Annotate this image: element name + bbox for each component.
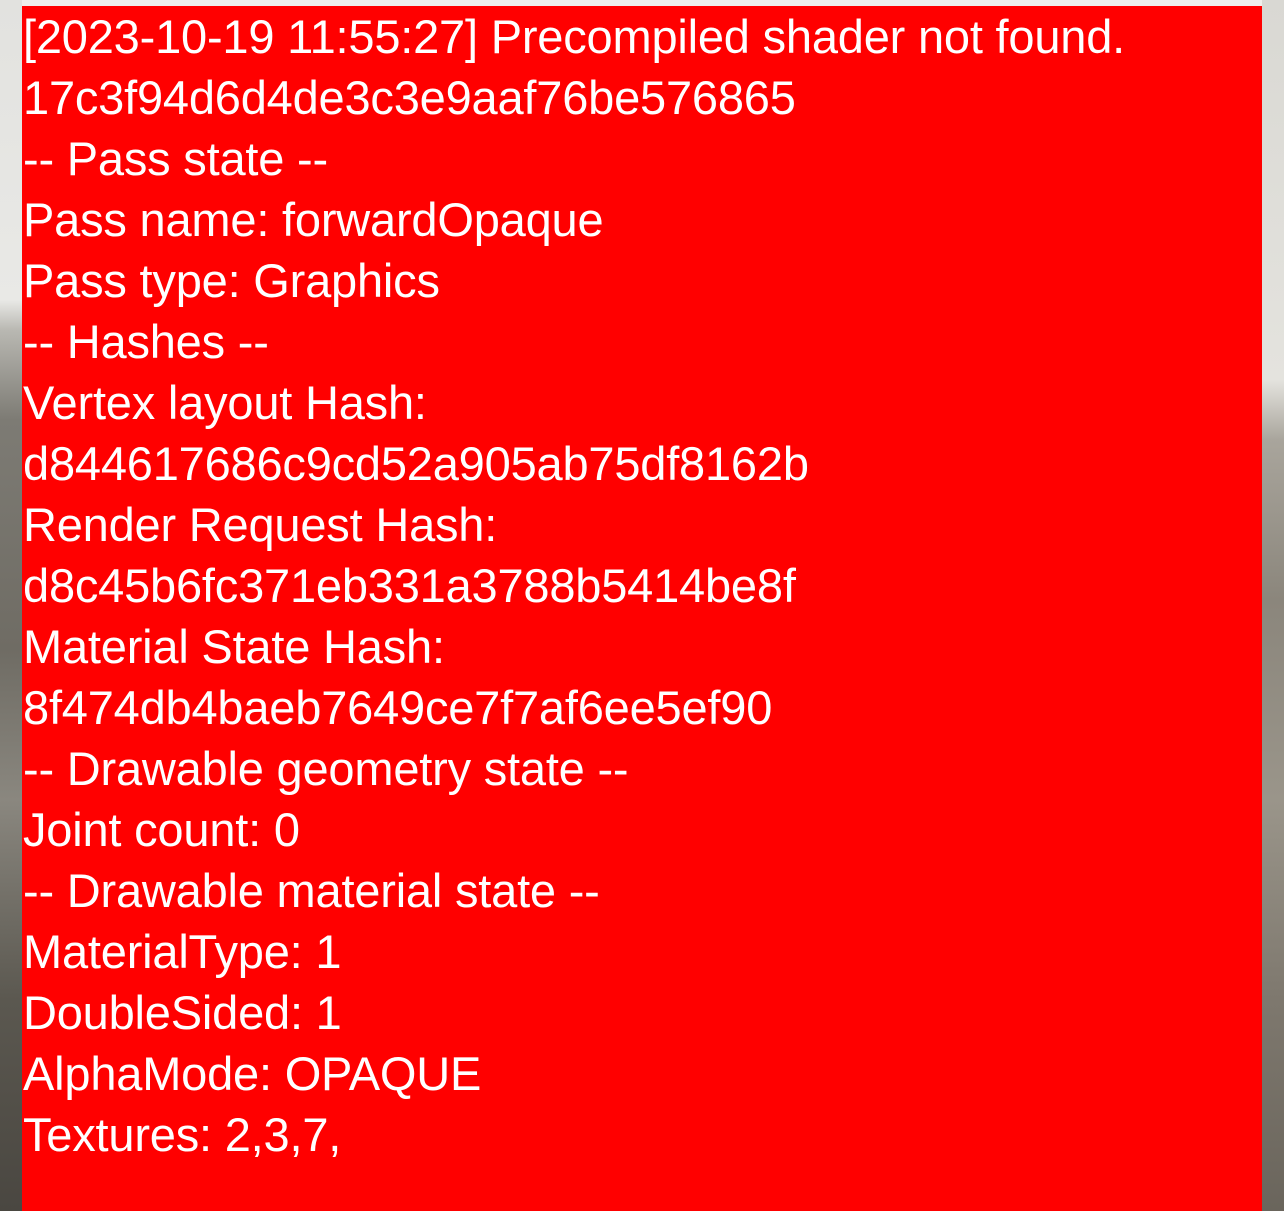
log-line-shader-hash: 17c3f94d6d4de3c3e9aaf76be576865: [23, 71, 796, 124]
log-line-hashes-header: -- Hashes --: [23, 315, 269, 368]
log-line-geometry-state-header: -- Drawable geometry state --: [23, 742, 629, 795]
log-line-textures: Textures: 2,3,7,: [23, 1108, 342, 1161]
log-line-vertex-layout-label: Vertex layout Hash:: [23, 376, 427, 429]
log-line-joint-count: Joint count: 0: [23, 803, 300, 856]
log-line-vertex-layout-hash: d844617686c9cd52a905ab75df8162b: [23, 437, 809, 490]
log-line-render-request-label: Render Request Hash:: [23, 498, 498, 551]
log-line-alpha-mode: AlphaMode: OPAQUE: [23, 1047, 482, 1100]
log-line-pass-type: Pass type: Graphics: [23, 254, 440, 307]
log-line-timestamp-message: [2023-10-19 11:55:27] Precompiled shader…: [23, 10, 1126, 63]
log-line-material-state-label: Material State Hash:: [23, 620, 445, 673]
camera-background-left: [0, 0, 22, 1211]
log-line-pass-name: Pass name: forwardOpaque: [23, 193, 604, 246]
error-log-panel: [2023-10-19 11:55:27] Precompiled shader…: [22, 6, 1262, 1211]
log-line-pass-state-header: -- Pass state --: [23, 132, 328, 185]
log-line-material-type: MaterialType: 1: [23, 925, 342, 978]
log-line-double-sided: DoubleSided: 1: [23, 986, 342, 1039]
camera-background-right: [1262, 0, 1284, 1211]
log-line-material-state-hash: 8f474db4baeb7649ce7f7af6ee5ef90: [23, 681, 773, 734]
log-line-render-request-hash: d8c45b6fc371eb331a3788b5414be8f: [23, 559, 796, 612]
log-line-material-state-header: -- Drawable material state --: [23, 864, 600, 917]
